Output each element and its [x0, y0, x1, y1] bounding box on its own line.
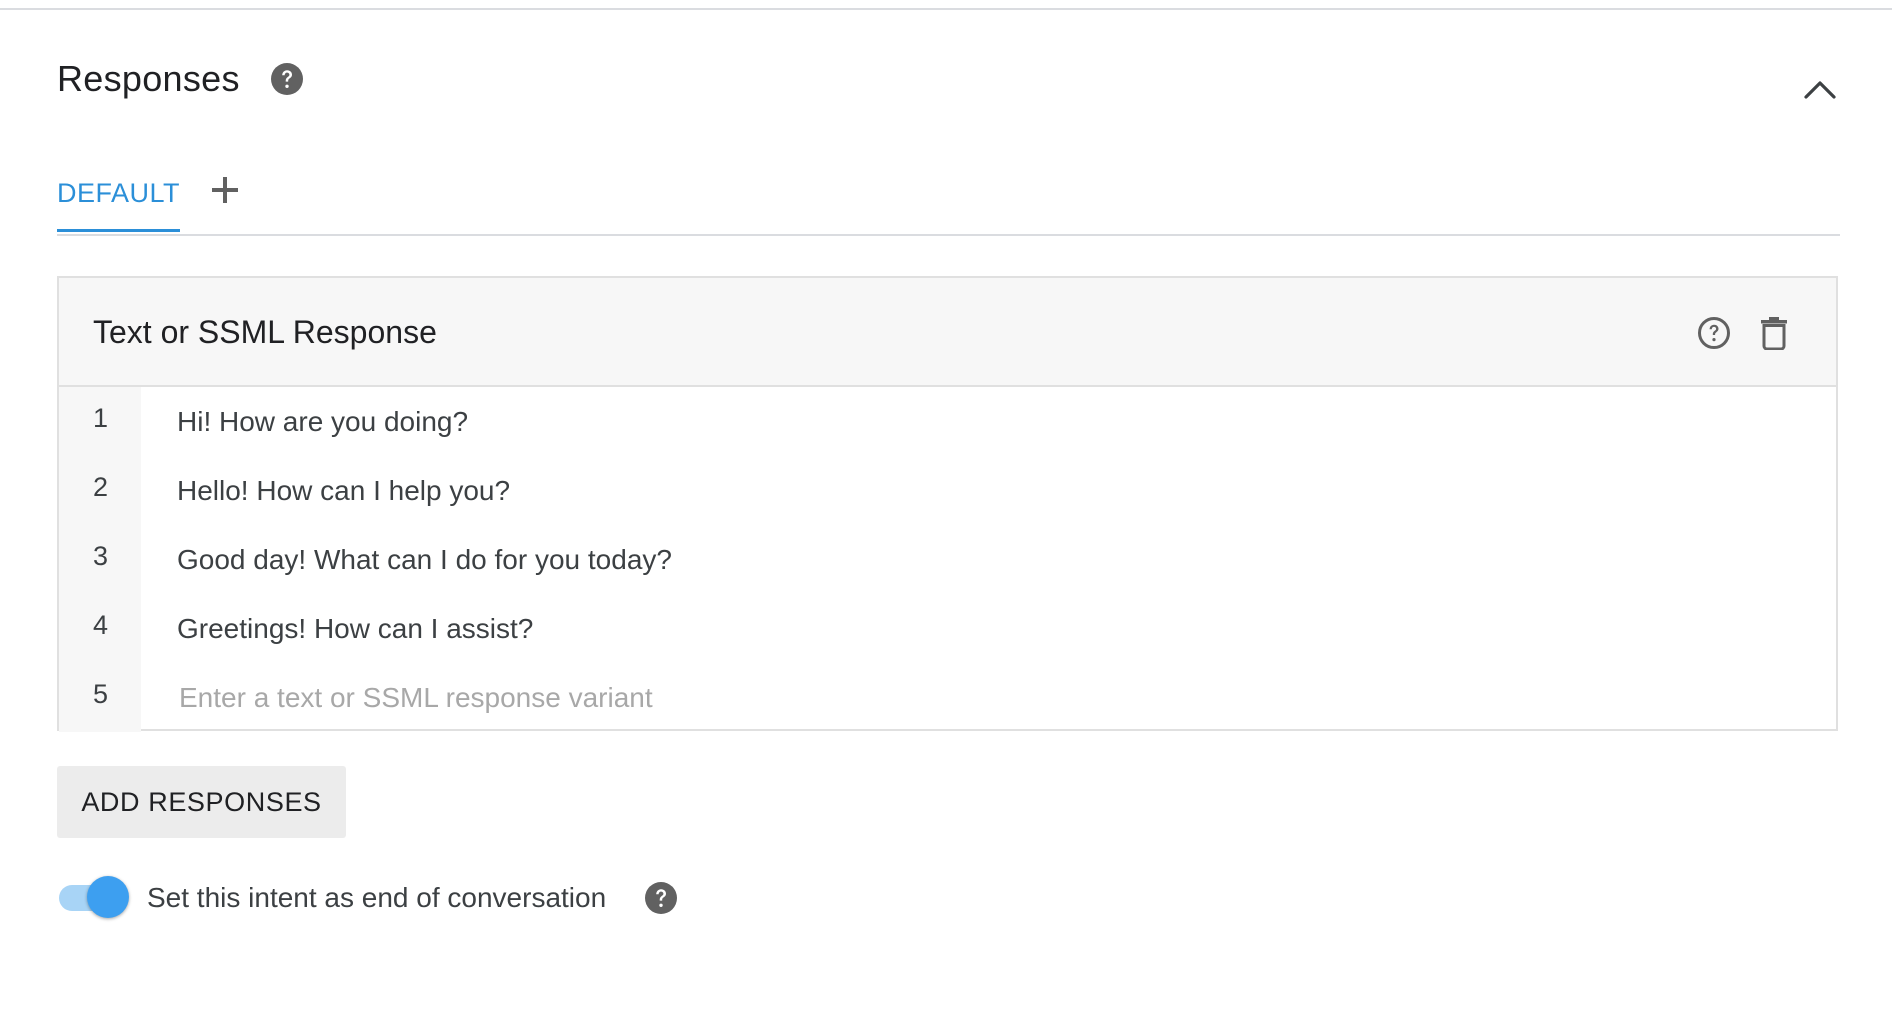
response-row: 3 Good day! What can I do for you today? — [59, 525, 1836, 594]
response-row: 1 Hi! How are you doing? — [59, 387, 1836, 456]
trash-icon[interactable] — [1759, 316, 1789, 351]
text-response-card: Text or SSML Response 1 Hi! How are you … — [57, 276, 1838, 732]
card-header: Text or SSML Response — [59, 278, 1836, 387]
row-number: 4 — [59, 594, 141, 663]
top-divider — [0, 8, 1892, 10]
response-variant-input[interactable] — [177, 680, 1681, 715]
row-number: 2 — [59, 456, 141, 525]
end-conversation-row: Set this intent as end of conversation — [57, 876, 678, 920]
card-title: Text or SSML Response — [93, 314, 437, 350]
response-row: 4 Greetings! How can I assist? — [59, 594, 1836, 663]
row-number: 1 — [59, 387, 141, 456]
help-circle-filled-icon[interactable] — [644, 881, 678, 915]
add-responses-button[interactable]: ADD RESPONSES — [57, 766, 346, 838]
section-title: Responses — [57, 58, 240, 99]
response-input-row: 5 — [59, 663, 1836, 732]
response-text[interactable]: Good day! What can I do for you today? — [141, 544, 672, 576]
help-circle-outline-icon[interactable] — [1697, 316, 1731, 350]
response-rows: 1 Hi! How are you doing? 2 Hello! How ca… — [59, 387, 1836, 732]
toggle-thumb — [87, 876, 129, 918]
responses-header: Responses — [57, 58, 304, 100]
response-text[interactable]: Greetings! How can I assist? — [141, 613, 533, 645]
end-conversation-label: Set this intent as end of conversation — [147, 882, 607, 913]
end-conversation-toggle[interactable] — [57, 876, 129, 920]
help-circle-filled-icon[interactable] — [270, 62, 304, 96]
response-text[interactable]: Hello! How can I help you? — [141, 475, 510, 507]
response-text[interactable]: Hi! How are you doing? — [141, 406, 468, 438]
row-number: 3 — [59, 525, 141, 594]
plus-icon[interactable] — [209, 174, 241, 206]
row-number: 5 — [59, 663, 141, 732]
tab-default[interactable]: DEFAULT — [57, 178, 181, 232]
response-tabs: DEFAULT — [57, 170, 1840, 236]
chevron-up-icon[interactable] — [1800, 70, 1840, 110]
response-row: 2 Hello! How can I help you? — [59, 456, 1836, 525]
